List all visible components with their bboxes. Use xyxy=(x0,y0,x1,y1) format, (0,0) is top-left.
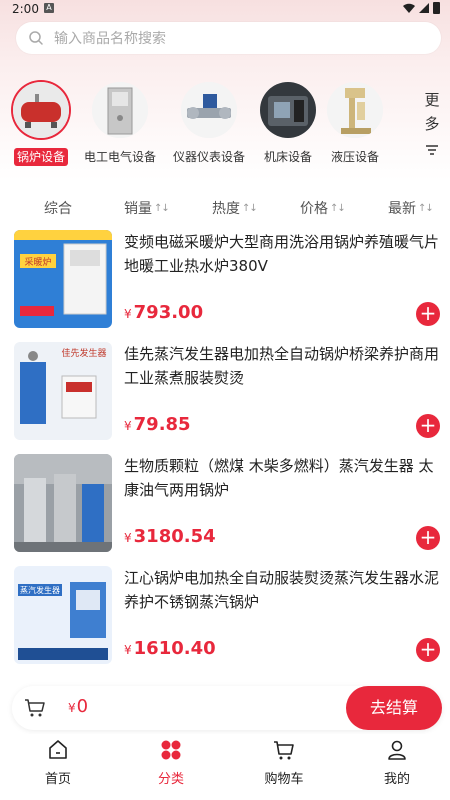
category-label: 仪器仪表设备 xyxy=(172,150,245,164)
product-price: ¥1610.40 xyxy=(124,638,216,659)
tab-label: 分类 xyxy=(157,772,184,787)
tab-mine[interactable]: 我的 xyxy=(367,738,427,787)
bottom-tab-bar: 首页 分类 购物车 我的 xyxy=(0,734,450,800)
category-hydraulic[interactable]: 液压设备 xyxy=(310,82,400,166)
category-icon xyxy=(161,740,181,760)
status-time: 2:00 xyxy=(12,2,39,16)
sort-label: 最新 xyxy=(388,201,416,217)
product-image: 佳先发生器 xyxy=(14,342,112,440)
product-badge: 蒸汽发生器 xyxy=(20,585,60,595)
more-label-1: 更 xyxy=(424,91,440,109)
tab-home[interactable]: 首页 xyxy=(28,738,88,787)
hydraulic-press-icon xyxy=(327,82,383,138)
product-image xyxy=(14,454,112,552)
product-item[interactable]: 佳先发生器 佳先蒸汽发生器电加热全自动锅炉桥梁养护商用工业蒸煮服装熨烫 ¥79.… xyxy=(0,342,450,454)
sort-sales[interactable]: 销量 ↑↓ xyxy=(124,198,170,218)
product-image: 蒸汽发生器 xyxy=(14,566,112,664)
tab-label: 我的 xyxy=(383,772,410,787)
signal-icon xyxy=(419,3,429,13)
product-badge: 采暖炉 xyxy=(24,256,51,268)
sort-newest[interactable]: 最新 ↑↓ xyxy=(388,198,434,218)
cart-icon[interactable] xyxy=(24,698,46,718)
sort-arrows-icon: ↑↓ xyxy=(242,202,258,214)
product-price: ¥79.85 xyxy=(124,414,191,435)
product-title: 生物质颗粒（燃煤 木柴多燃料）蒸汽发生器 太康油气两用锅炉 xyxy=(124,457,434,499)
search-placeholder: 输入商品名称搜索 xyxy=(54,31,166,47)
notification-icon: A xyxy=(44,3,54,13)
category-electrical[interactable]: 电工电气设备 xyxy=(75,82,165,166)
sort-label: 销量 xyxy=(124,201,152,217)
battery-icon xyxy=(433,2,440,14)
cart-summary-bar: ¥0 去结算 xyxy=(12,686,442,730)
search-input[interactable]: 输入商品名称搜索 xyxy=(16,22,441,54)
product-item[interactable]: 采暖炉 变频电磁采暖炉大型商用洗浴用锅炉养殖暖气片地暖工业热水炉380V ¥79… xyxy=(0,230,450,342)
category-label: 锅炉设备 xyxy=(13,148,68,166)
cart-icon xyxy=(274,741,294,760)
wifi-icon xyxy=(403,3,415,13)
filter-icon xyxy=(426,145,438,155)
sort-arrows-icon: ↑↓ xyxy=(418,202,434,214)
tab-category[interactable]: 分类 xyxy=(141,738,201,787)
flow-meter-icon xyxy=(181,82,237,138)
sort-label: 价格 xyxy=(300,201,328,217)
boiler-icon xyxy=(13,82,69,138)
add-to-cart-button[interactable]: + xyxy=(416,526,440,550)
product-price: ¥3180.54 xyxy=(124,526,216,547)
sort-bar: 综合 销量 ↑↓ 热度 ↑↓ 价格 ↑↓ 最新 ↑↓ xyxy=(0,190,450,224)
status-bar: 2:00 A xyxy=(0,0,450,18)
add-to-cart-button[interactable]: + xyxy=(416,302,440,326)
product-title: 佳先蒸汽发生器电加热全自动锅炉桥梁养护商用工业蒸煮服装熨烫 xyxy=(124,345,440,387)
product-item[interactable]: 生物质颗粒（燃煤 木柴多燃料）蒸汽发生器 太康油气两用锅炉 ¥3180.54 + xyxy=(0,454,450,566)
add-to-cart-button[interactable]: + xyxy=(416,638,440,662)
sort-price[interactable]: 价格 ↑↓ xyxy=(300,198,346,218)
category-label: 机床设备 xyxy=(263,150,312,164)
product-item[interactable]: 蒸汽发生器 江心锅炉电加热全自动服装熨烫蒸汽发生器水泥养护不锈钢蒸汽锅炉 ¥16… xyxy=(0,566,450,678)
sort-heat[interactable]: 热度 ↑↓ xyxy=(212,198,258,218)
machine-tool-icon xyxy=(260,82,316,138)
sort-label: 热度 xyxy=(212,201,240,217)
tab-label: 首页 xyxy=(44,772,71,787)
home-icon xyxy=(49,740,67,759)
category-strip: 锅炉设备 电工电气设备 仪器仪表设备 机床设备 液压设备 更 多 xyxy=(0,82,450,172)
product-title: 变频电磁采暖炉大型商用洗浴用锅炉养殖暖气片地暖工业热水炉380V xyxy=(124,233,440,275)
electrical-cabinet-icon xyxy=(92,82,148,138)
status-icons xyxy=(403,2,440,14)
tab-label: 购物车 xyxy=(264,772,304,787)
sort-label: 综合 xyxy=(44,201,72,217)
checkout-button[interactable]: 去结算 xyxy=(346,686,442,730)
search-icon xyxy=(29,31,43,45)
more-label-2: 多 xyxy=(424,115,440,133)
product-price: ¥793.00 xyxy=(124,302,204,323)
category-label: 液压设备 xyxy=(330,150,379,164)
user-icon xyxy=(388,740,406,760)
more-categories-button[interactable]: 更 多 xyxy=(420,88,444,165)
product-badge: 佳先发生器 xyxy=(61,347,106,359)
category-instruments[interactable]: 仪器仪表设备 xyxy=(164,82,254,166)
product-title: 江心锅炉电加热全自动服装熨烫蒸汽发生器水泥养护不锈钢蒸汽锅炉 xyxy=(124,569,440,611)
product-image: 采暖炉 xyxy=(14,230,112,328)
cart-total: ¥0 xyxy=(68,696,89,717)
sort-arrows-icon: ↑↓ xyxy=(330,202,346,214)
add-to-cart-button[interactable]: + xyxy=(416,414,440,438)
category-boiler[interactable]: 锅炉设备 xyxy=(0,82,86,166)
category-label: 电工电气设备 xyxy=(83,150,156,164)
sort-comprehensive[interactable]: 综合 xyxy=(44,198,72,218)
sort-arrows-icon: ↑↓ xyxy=(154,202,170,214)
tab-cart[interactable]: 购物车 xyxy=(254,738,314,787)
